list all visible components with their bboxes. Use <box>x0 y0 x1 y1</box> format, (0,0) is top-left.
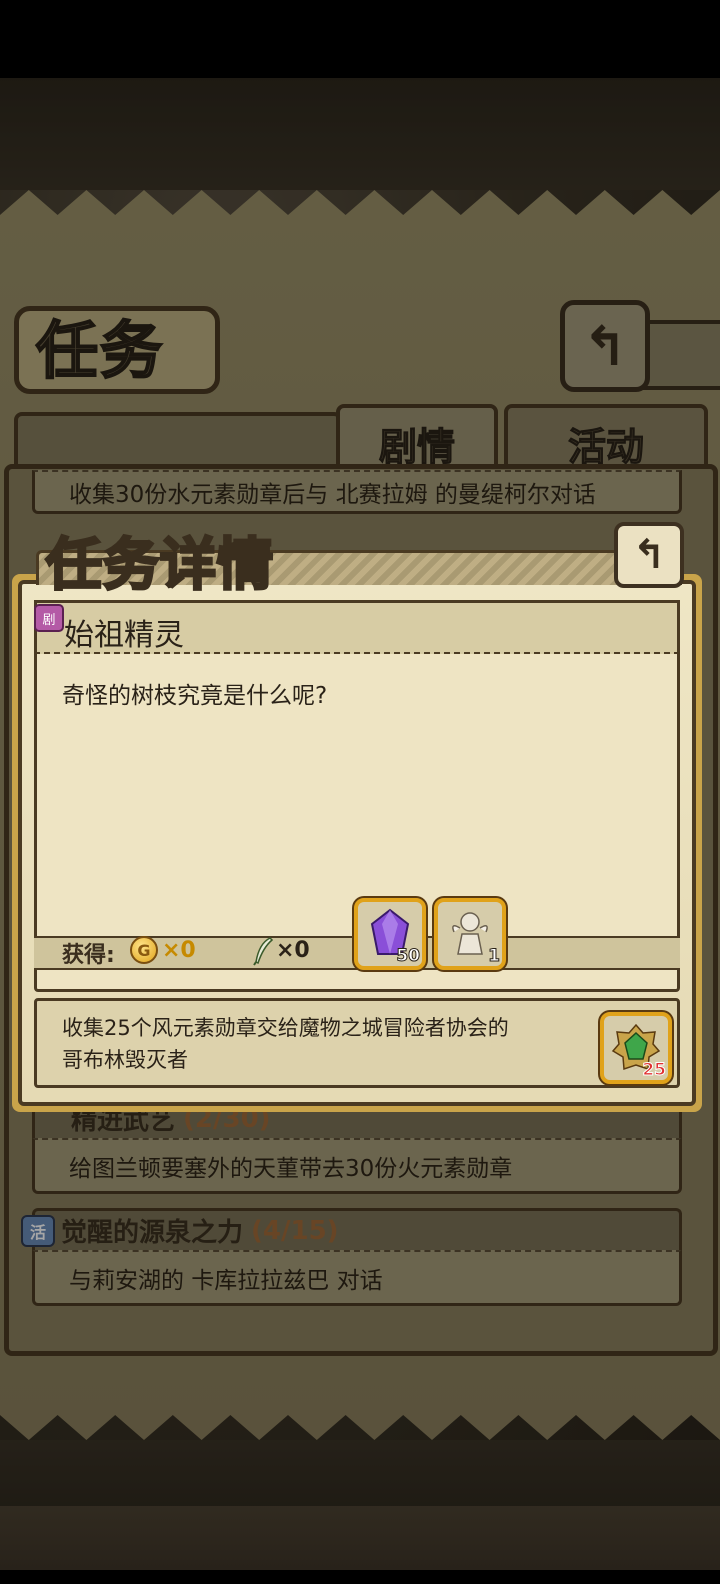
objective-text: 哥布林毁灭者 <box>62 1044 188 1074</box>
gold-coin-icon: G <box>130 936 158 964</box>
reward-label: 获得: <box>62 937 115 969</box>
reward-item-slot[interactable]: 1 <box>434 898 506 970</box>
detail-close-button[interactable]: ↰ <box>614 522 684 588</box>
fairy-figure-icon <box>448 908 492 960</box>
feather-icon <box>252 936 274 966</box>
detail-title: 任务详情 <box>46 520 274 601</box>
item-count: 25 <box>642 1060 666 1080</box>
return-arrow-icon: ↰ <box>632 532 666 578</box>
feather-count: ×0 <box>276 938 310 963</box>
objective-text: 收集25个风元素勋章交给魔物之城冒险者协会的 <box>62 1012 509 1042</box>
reward-item-slot[interactable]: 50 <box>354 898 426 970</box>
quest-name: 始祖精灵 <box>64 610 184 654</box>
story-badge-icon: 剧 <box>34 604 64 632</box>
quest-description: 奇怪的树枝究竟是什么呢? <box>62 676 327 710</box>
gold-count: ×0 <box>162 938 196 963</box>
item-count: 50 <box>396 946 420 966</box>
objective-item-slot[interactable]: 25 <box>600 1012 672 1084</box>
item-count: 1 <box>488 946 500 966</box>
